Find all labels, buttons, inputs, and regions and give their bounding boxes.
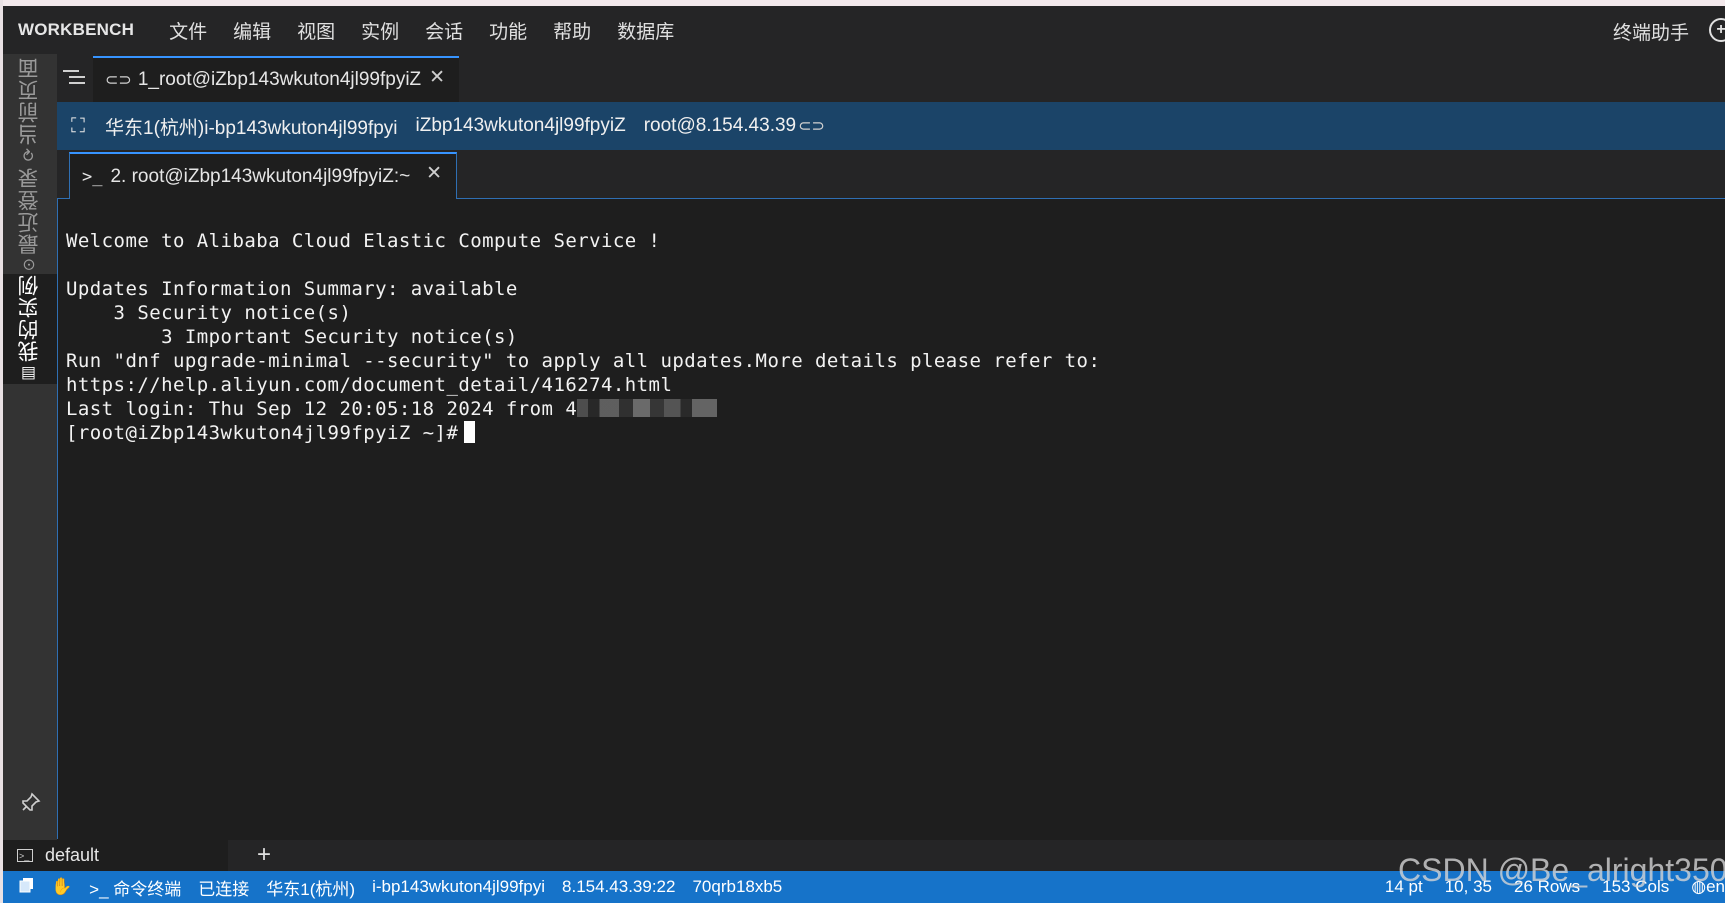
menu-database[interactable]: 数据库 <box>604 17 687 44</box>
instance-info-bar: ⛶ 华东1(杭州)i-bp143wkuton4jl99fpyi iZbp143w… <box>57 102 1725 150</box>
menu-file[interactable]: 文件 <box>156 17 220 44</box>
menu-view[interactable]: 视图 <box>284 17 348 44</box>
terminal-text: Welcome to Alibaba Cloud Elastic Compute… <box>66 229 1100 445</box>
terminal-line: 3 Important Security notice(s) <box>66 326 518 348</box>
menu-bar: WORKBENCH 文件 编辑 视图 实例 会话 功能 帮助 数据库 终端助手 … <box>3 6 1725 54</box>
menu-edit[interactable]: 编辑 <box>220 17 284 44</box>
watermark: CSDN @Be_alright350 <box>1398 852 1725 888</box>
sidebar-tab-label: ▤我的实例 <box>18 274 41 384</box>
link-icon: ⊂⊃ <box>105 72 132 89</box>
redacted-ip <box>577 399 718 417</box>
terminal-prompt-icon: >_ <box>89 879 114 899</box>
add-panel-button[interactable]: + <box>257 840 271 870</box>
region-status: 华东1(杭州) <box>266 879 356 899</box>
link-icon[interactable]: ⊂⊃ <box>798 116 825 136</box>
expand-icon[interactable]: ⛶ <box>71 115 85 138</box>
panel-tab-label: default <box>45 845 100 865</box>
add-circle-icon[interactable]: + <box>1709 18 1725 42</box>
copy-icon[interactable] <box>19 877 35 898</box>
sidebar-tab-label: ⟳当前页面 <box>18 56 41 162</box>
close-icon[interactable]: ✕ <box>426 162 442 185</box>
session-tab[interactable]: ⊂⊃ 1_root@iZbp143wkuton4jl99fpyiZ ✕ <box>93 56 459 102</box>
app-brand: WORKBENCH <box>18 20 135 39</box>
terminal-icon: >_ <box>17 849 33 862</box>
terminal-line: 3 Security notice(s) <box>66 302 352 324</box>
shell-prompt: [root@iZbp143wkuton4jl99fpyiZ ~]# <box>66 422 459 444</box>
command-terminal-status[interactable]: >_ 命令终端 <box>89 875 181 900</box>
sidebar-tab-current-page[interactable]: ⟳当前页面 <box>3 54 57 164</box>
session-tab-bar: ⊂⊃ 1_root@iZbp143wkuton4jl99fpyiZ ✕ <box>57 54 1725 103</box>
region-instance-label: 华东1(杭州)i-bp143wkuton4jl99fpyi <box>105 117 398 139</box>
hostname-label: iZbp143wkuton4jl99fpyiZ <box>415 115 626 136</box>
activity-bar: ⟳当前页面 ⊙最近登录 ▤我的实例 <box>3 54 57 840</box>
terminal-assistant-button[interactable]: 终端助手 <box>1613 18 1689 45</box>
server-icon: ▤ <box>21 364 38 384</box>
session-id-status: 70qrb18xb5 <box>692 877 783 896</box>
menu-features[interactable]: 功能 <box>476 17 540 44</box>
terminal-line: Run "dnf upgrade-minimal --security" to … <box>66 350 1101 372</box>
user-ip-label: root@8.154.43.39 <box>643 115 797 136</box>
sidebar-tab-label: ⊙最近登录 <box>18 166 41 272</box>
address-status: 8.154.43.39:22 <box>562 877 676 896</box>
menu-help[interactable]: 帮助 <box>540 17 604 44</box>
terminal-output[interactable]: Welcome to Alibaba Cloud Elastic Compute… <box>57 199 1725 839</box>
text-cursor <box>464 421 476 443</box>
session-tab-label: 1_root@iZbp143wkuton4jl99fpyiZ <box>137 69 422 90</box>
terminal-line: https://help.aliyun.com/document_detail/… <box>66 374 673 396</box>
terminal-line: Updates Information Summary: available <box>66 278 518 300</box>
sidebar-tab-recent-login[interactable]: ⊙最近登录 <box>3 166 57 272</box>
menu-session[interactable]: 会话 <box>412 17 476 44</box>
instance-status: i-bp143wkuton4jl99fpyi <box>372 877 546 896</box>
last-login-line: Last login: Thu Sep 12 20:05:18 2024 fro… <box>66 398 578 420</box>
terminal-tab-bar: >_ 2. root@iZbp143wkuton4jl99fpyiZ:~ ✕ <box>57 150 1725 199</box>
pin-icon[interactable] <box>19 792 41 820</box>
menu-list-icon[interactable] <box>63 66 85 88</box>
terminal-tab[interactable]: >_ 2. root@iZbp143wkuton4jl99fpyiZ:~ ✕ <box>69 152 457 199</box>
sidebar-tab-my-instances[interactable]: ▤我的实例 <box>3 274 57 384</box>
close-icon[interactable]: ✕ <box>429 66 445 89</box>
hand-icon[interactable]: ✋ <box>51 877 72 897</box>
terminal-line: Welcome to Alibaba Cloud Elastic Compute… <box>66 230 661 252</box>
refresh-icon: ⟳ <box>21 146 38 162</box>
panel-tab-default[interactable]: >_ default <box>3 840 228 871</box>
terminal-prompt-icon: >_ <box>82 166 103 187</box>
menu-instance[interactable]: 实例 <box>348 17 412 44</box>
terminal-tab-label: 2. root@iZbp143wkuton4jl99fpyiZ:~ <box>110 165 411 187</box>
clock-icon: ⊙ <box>21 256 38 272</box>
connection-status: 已连接 <box>198 879 250 899</box>
